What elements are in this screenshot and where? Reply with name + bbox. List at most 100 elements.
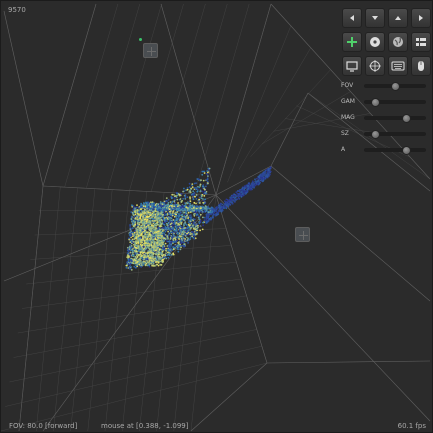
record-button[interactable] — [365, 32, 385, 52]
point — [180, 208, 183, 211]
point — [175, 229, 178, 232]
point — [202, 179, 205, 182]
point — [164, 234, 167, 236]
light-handle[interactable] — [143, 43, 158, 58]
frustum-edge — [3, 10, 44, 187]
point — [162, 242, 164, 244]
point — [143, 242, 145, 245]
point — [179, 212, 182, 215]
point — [236, 198, 239, 201]
point — [205, 207, 208, 210]
3d-viewport[interactable]: 9570 FOV GAM MAG SZ A FOV: 80.0 [forward… — [0, 0, 433, 433]
point — [157, 253, 160, 256]
alpha-slider[interactable] — [364, 145, 426, 155]
point — [262, 171, 265, 174]
pan-left-button[interactable] — [342, 8, 362, 28]
slider-thumb[interactable] — [390, 81, 400, 91]
pan-up-button[interactable] — [388, 8, 408, 28]
globe-button[interactable] — [388, 32, 408, 52]
add-button[interactable] — [342, 32, 362, 52]
grid-view-button[interactable] — [411, 32, 431, 52]
magnification-slider[interactable] — [364, 113, 426, 123]
keyboard-icon — [391, 61, 405, 71]
point — [155, 258, 158, 261]
point — [144, 211, 147, 214]
point — [189, 221, 192, 224]
slider-thumb[interactable] — [370, 129, 380, 139]
size-slider[interactable] — [364, 129, 426, 139]
point — [265, 175, 268, 178]
point — [155, 260, 157, 263]
point — [142, 250, 145, 253]
point — [175, 213, 178, 216]
point — [258, 175, 261, 177]
point — [160, 230, 162, 233]
point — [165, 204, 168, 207]
point — [139, 217, 142, 220]
gamma-slider[interactable] — [364, 97, 426, 107]
point — [178, 220, 181, 223]
slider-thumb[interactable] — [401, 145, 411, 155]
point — [167, 230, 170, 233]
point — [154, 213, 157, 216]
mouse-button[interactable] — [411, 56, 431, 76]
point — [173, 200, 176, 203]
point — [160, 256, 163, 259]
pan-down-button[interactable] — [365, 8, 385, 28]
point — [150, 224, 153, 227]
point — [130, 269, 133, 271]
display-button[interactable] — [342, 56, 362, 76]
point — [237, 193, 240, 195]
point — [164, 254, 167, 257]
point — [162, 208, 165, 211]
point — [191, 186, 194, 189]
target-button[interactable] — [365, 56, 385, 76]
point — [155, 247, 158, 249]
point — [179, 245, 181, 248]
point — [175, 225, 178, 227]
point — [147, 246, 150, 249]
slider-thumb[interactable] — [370, 97, 380, 107]
point — [178, 238, 181, 240]
grid-line — [13, 312, 252, 358]
point — [171, 201, 174, 204]
point — [126, 263, 129, 266]
point — [176, 233, 179, 235]
point — [202, 184, 205, 186]
point — [162, 258, 164, 261]
point — [152, 222, 155, 225]
keyboard-button[interactable] — [388, 56, 408, 76]
point — [174, 211, 177, 214]
point — [149, 214, 152, 217]
point — [205, 217, 208, 219]
point — [227, 205, 230, 208]
point — [165, 199, 168, 202]
point — [188, 182, 191, 185]
crosshair-icon — [369, 60, 381, 72]
frustum-edge — [160, 3, 217, 196]
point — [187, 229, 190, 232]
arrow-right-icon — [419, 15, 423, 21]
pan-right-button[interactable] — [411, 8, 431, 28]
point — [175, 219, 178, 222]
light-marker-icon — [139, 38, 142, 41]
point — [170, 245, 173, 247]
arrow-down-icon — [372, 16, 378, 20]
point — [136, 261, 139, 263]
point — [189, 233, 192, 236]
point — [258, 178, 260, 181]
point — [191, 183, 194, 186]
point — [147, 204, 149, 207]
point — [180, 245, 183, 247]
point — [200, 207, 202, 209]
point — [215, 210, 218, 213]
fov-slider[interactable] — [364, 81, 426, 91]
point — [161, 205, 164, 208]
slider-thumb[interactable] — [401, 113, 411, 123]
point — [185, 206, 188, 209]
point — [171, 249, 174, 251]
target-handle[interactable] — [295, 227, 310, 242]
point — [172, 219, 175, 221]
grid-line — [1, 362, 268, 432]
point — [180, 242, 183, 245]
